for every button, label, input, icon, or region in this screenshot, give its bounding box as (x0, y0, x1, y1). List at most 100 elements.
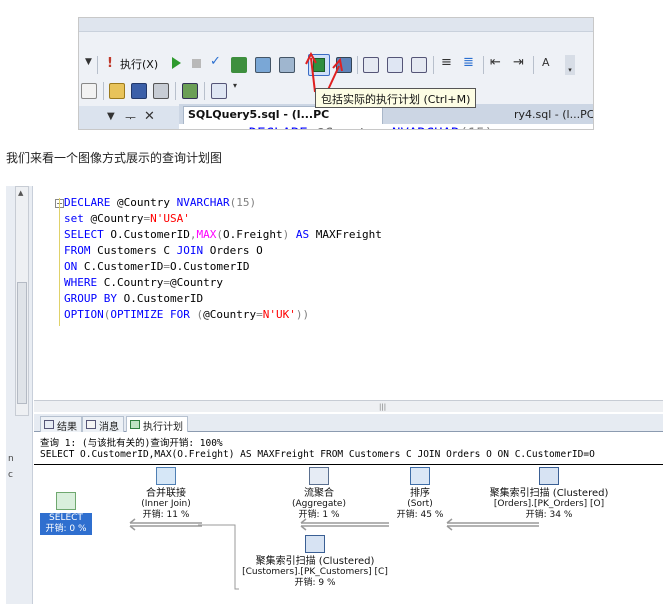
collapse-toggle-icon[interactable] (233, 129, 243, 130)
query-editor[interactable]: − DECLARE @Country NVARCHAR(15) set @Coun… (34, 190, 663, 412)
orders-scan-name: 聚集索引扫描 (Clustered) (489, 488, 609, 499)
plan-node-clustered-scan-customers[interactable]: 聚集索引扫描 (Clustered) [Customers].[PK_Custo… (234, 535, 396, 589)
select-node-name: SELECT (49, 513, 83, 523)
code-token: ( (216, 228, 223, 241)
toolbar-separator (533, 56, 534, 74)
results-to-file-icon[interactable] (411, 57, 427, 73)
decrease-indent-icon[interactable]: ⇤ (490, 55, 501, 70)
panel-label-c: c (8, 470, 13, 480)
type-length: (15) (459, 126, 493, 129)
toolbar-separator (357, 56, 358, 74)
execute-icon[interactable]: ! (107, 56, 113, 71)
code-token: N'USA' (150, 212, 190, 225)
scrollbar-thumb[interactable] (17, 282, 27, 404)
execution-plan-pane: 查询 1: (与该批有关的)查询开销: 100% SELECT O.Custom… (34, 432, 663, 604)
merge-join-icon (156, 467, 176, 485)
toolbar-overflow-icon[interactable]: ▾ (233, 81, 237, 90)
code-token: @Country (90, 212, 144, 225)
plan-node-sort[interactable]: 排序 (Sort) 开销: 45 % (392, 467, 448, 521)
results-to-grid-icon[interactable] (387, 57, 403, 73)
panel-dropdown-icon[interactable]: ▼ (107, 111, 115, 122)
vertical-scrollbar[interactable]: ▲ (15, 186, 29, 416)
close-icon[interactable]: ✕ (144, 109, 155, 124)
tab-results[interactable]: 结果 (40, 416, 82, 433)
uncomment-lines-icon[interactable]: ≣ (463, 55, 474, 70)
code-line: WHERE C.Country=@Country (64, 275, 223, 291)
tooltip-include-actual-plan: 包括实际的执行计划 (Ctrl+M) (315, 88, 477, 108)
code-token: NVARCHAR (176, 196, 230, 209)
toolbar-separator (483, 56, 484, 74)
open-file-icon[interactable] (109, 83, 125, 99)
select-node-cost: 开销: 0 % (45, 524, 87, 534)
horizontal-scrollbar[interactable]: ||| (34, 400, 663, 412)
orders-scan-object: [Orders].[PK_Orders] [O] (493, 499, 605, 509)
query-designer-icon[interactable] (255, 57, 271, 73)
sort-subtitle: (Sort) (407, 499, 433, 509)
toolbar-separator (97, 56, 98, 74)
tab-sqlquery4[interactable]: ry4.sql - (l...PC\wux (514, 108, 593, 121)
code-token: Customers C (97, 244, 177, 257)
menu-bar (79, 18, 593, 32)
toolbar-overflow-icon[interactable]: ▾ (565, 55, 575, 75)
caption-text: 我们来看一个图像方式展示的查询计划图 (6, 151, 223, 165)
scroll-up-icon[interactable]: ▲ (18, 189, 23, 197)
toolbar-separator (433, 56, 434, 74)
debug-play-icon[interactable] (172, 57, 181, 69)
results-to-text-icon[interactable] (363, 57, 379, 73)
code-line: FROM Customers C JOIN Orders O (64, 243, 263, 259)
plan-node-merge-join[interactable]: 合并联接 (Inner Join) 开销: 11 % (130, 467, 202, 521)
left-panel-strip: ▲ n c (6, 186, 33, 604)
select-operator-icon (56, 492, 76, 510)
declare-keyword: DECLARE (249, 126, 316, 129)
stream-aggregate-subtitle: (Aggregate) (292, 499, 346, 509)
toolbar-dropdown-arrow[interactable]: ▼ (85, 57, 92, 67)
code-token: N'UK' (262, 308, 296, 321)
parse-check-icon[interactable]: ✓ (210, 54, 221, 69)
plan-node-clustered-scan-orders[interactable]: 聚集索引扫描 (Clustered) [Orders].[PK_Orders] … (484, 467, 614, 521)
code-token: OPTIMIZE FOR (110, 308, 197, 321)
comment-lines-icon[interactable]: ≡ (441, 55, 452, 70)
merge-join-cost: 开销: 11 % (142, 510, 190, 520)
execute-button[interactable]: 执行(X) (120, 56, 158, 72)
orders-scan-cost: 开销: 34 % (525, 510, 573, 520)
increase-indent-icon[interactable]: ⇥ (513, 55, 524, 70)
stop-icon[interactable] (192, 59, 201, 68)
select-label-box: SELECT 开销: 0 % (40, 513, 92, 535)
tab-execution-plan[interactable]: 执行计划 (126, 416, 188, 433)
plan-node-stream-aggregate[interactable]: 流聚合 (Aggregate) 开销: 1 % (287, 467, 351, 521)
image-icon[interactable] (182, 83, 198, 99)
clustered-index-scan-icon (539, 467, 559, 485)
save-icon[interactable] (131, 83, 147, 99)
grid-icon (44, 420, 54, 429)
merge-join-subtitle: (Inner Join) (141, 499, 191, 509)
display-estimated-plan-icon[interactable] (231, 57, 247, 73)
type-keyword: NVARCHAR (392, 126, 459, 129)
pin-icon[interactable]: ᅮ (125, 109, 136, 126)
code-token: (15) (229, 196, 257, 209)
code-token: C.CustomerID (83, 260, 164, 273)
results-to-icon[interactable] (279, 57, 295, 73)
variable-name: @Country (316, 126, 392, 129)
code-token: = (163, 260, 170, 273)
tab-messages[interactable]: 消息 (82, 416, 124, 433)
code-token: @Country (116, 196, 177, 209)
code-token: MAXFreight (315, 228, 382, 241)
red-arrows (305, 51, 343, 93)
code-token: = (163, 276, 170, 289)
code-token: OPTION (64, 308, 104, 321)
clustered-index-scan-icon (305, 535, 325, 553)
sort-name: 排序 (410, 488, 430, 499)
new-query-icon[interactable] (81, 83, 97, 99)
sort-icon (410, 467, 430, 485)
code-token: DECLARE (64, 196, 117, 209)
code-token: FROM (64, 244, 98, 257)
specify-values-icon[interactable]: A (542, 56, 550, 69)
print-icon[interactable] (153, 83, 169, 99)
result-tabs: 结果 消息 执行计划 (34, 414, 663, 433)
stream-aggregate-name: 流聚合 (304, 488, 334, 499)
grid-icon[interactable] (211, 83, 227, 99)
plan-node-select[interactable]: SELECT 开销: 0 % (40, 492, 92, 535)
message-icon (86, 420, 96, 429)
toolbar-separator (103, 82, 104, 100)
code-token: ON (64, 260, 84, 273)
